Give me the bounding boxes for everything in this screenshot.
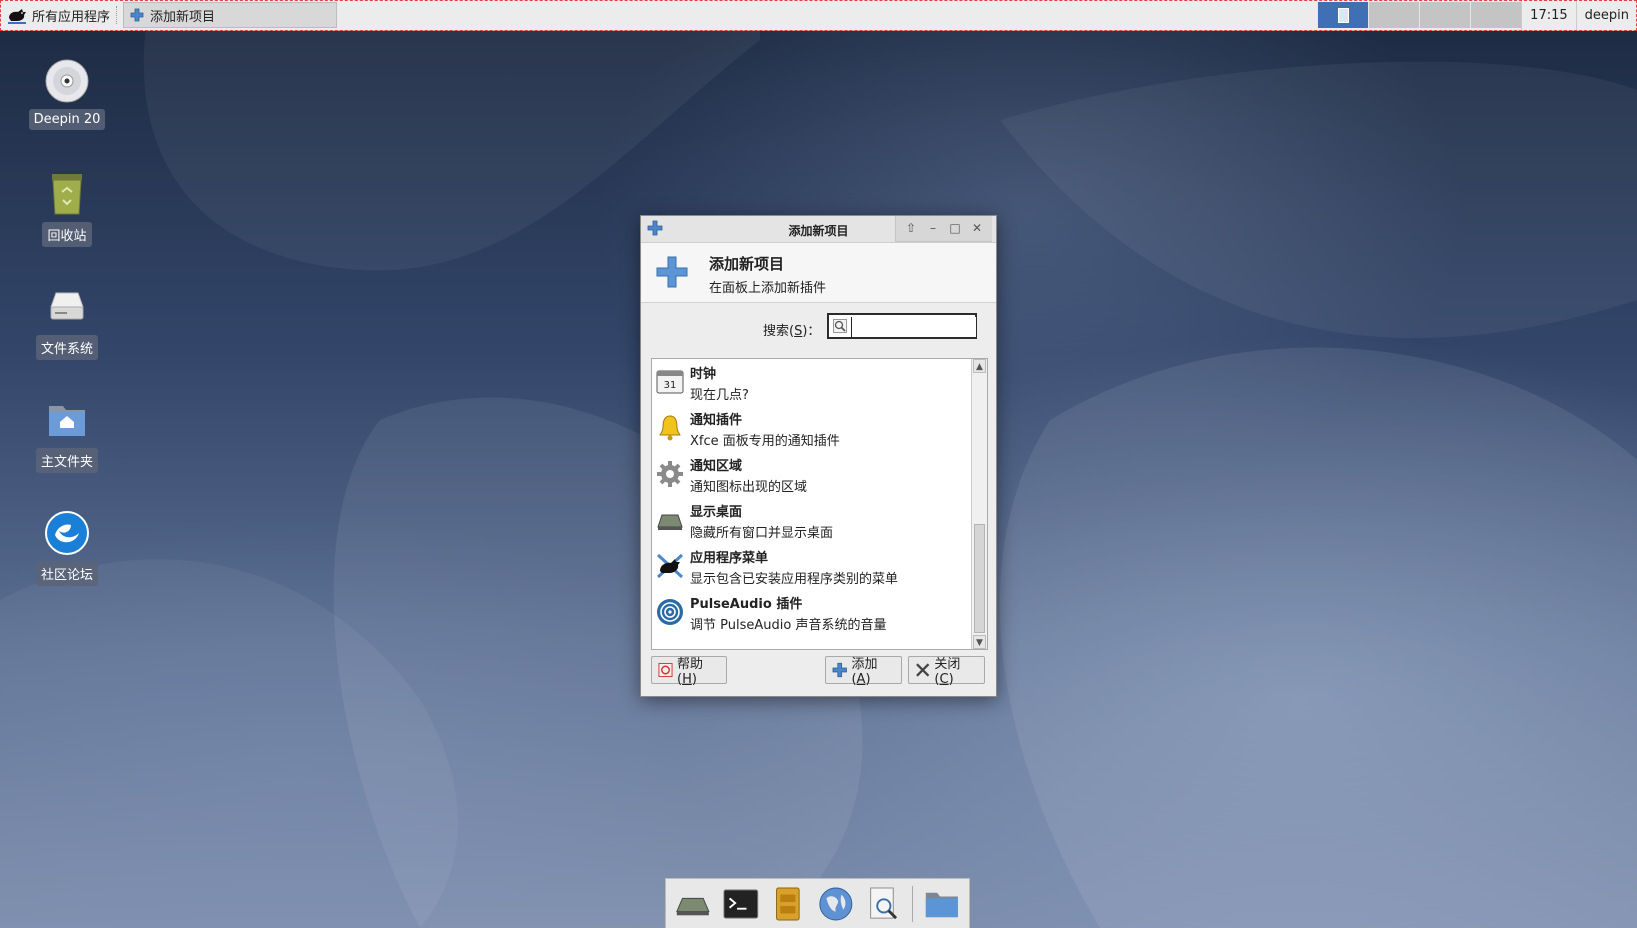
panel-user[interactable]: deepin — [1575, 0, 1637, 30]
list-item[interactable]: 31 时钟 现在几点? — [652, 359, 962, 407]
minimize-icon[interactable]: – — [924, 216, 942, 241]
help-icon — [658, 662, 673, 678]
plus-icon — [832, 662, 847, 678]
show-desktop-icon[interactable] — [674, 884, 712, 924]
deepin-logo-icon — [43, 509, 91, 557]
item-name: 通知插件 — [690, 413, 743, 428]
workspace-4[interactable] — [1470, 2, 1522, 28]
list-item[interactable]: 显示桌面 隐藏所有窗口并显示桌面 — [652, 497, 962, 545]
desktop-icon-trash[interactable]: 回收站 — [27, 170, 107, 247]
svg-text:31: 31 — [664, 380, 677, 391]
desktop-icon-label: Deepin 20 — [28, 109, 106, 130]
maximize-icon[interactable]: □ — [946, 216, 964, 241]
calendar-clock-icon: 31 — [656, 370, 684, 394]
file-manager-icon[interactable] — [769, 884, 807, 924]
desktop-icon-deepin20[interactable]: Deepin 20 — [27, 57, 107, 130]
top-panel: 所有应用程序 添加新项目 17:15 deepin — [0, 0, 1637, 31]
desktop-icon-label: 文件系统 — [35, 335, 98, 360]
terminal-icon[interactable] — [722, 884, 760, 924]
list-item[interactable]: 通知区域 通知图标出现的区域 — [652, 451, 962, 499]
item-desc: 通知图标出现的区域 — [690, 480, 808, 495]
desktop-icon-label: 回收站 — [42, 222, 92, 247]
list-item[interactable]: 通知插件 Xfce 面板专用的通知插件 — [652, 405, 962, 453]
taskbar-item-add-new-item[interactable]: 添加新项目 — [123, 2, 338, 28]
desktop-icon-forum[interactable]: 社区论坛 — [27, 509, 107, 586]
bell-icon — [659, 415, 681, 441]
close-button[interactable]: 关闭(C) — [908, 656, 985, 687]
workspace-1[interactable] — [1317, 2, 1369, 28]
item-desc: Xfce 面板专用的通知插件 — [690, 434, 840, 449]
item-name: PulseAudio 插件 — [690, 597, 803, 612]
dialog-header-subtitle: 在面板上添加新插件 — [709, 281, 827, 296]
scroll-up-icon[interactable]: ▲ — [973, 359, 986, 373]
search-icon — [833, 319, 847, 333]
item-name: 时钟 — [690, 367, 717, 382]
xfce-mouse-icon — [8, 9, 26, 24]
plus-icon — [130, 8, 144, 22]
window-buttons: ⇧ – □ ✕ — [895, 216, 992, 242]
applications-menu-label: 所有应用程序 — [32, 9, 111, 25]
panel-clock[interactable]: 17:15 — [1521, 0, 1575, 30]
workspace-switcher — [1317, 2, 1522, 28]
home-folder-icon — [43, 396, 91, 444]
close-icon — [916, 663, 930, 677]
web-browser-icon[interactable] — [817, 884, 855, 924]
disc-icon — [43, 57, 91, 105]
workspace-2[interactable] — [1368, 2, 1420, 28]
desktop-icon-filesystem[interactable]: 文件系统 — [27, 283, 107, 360]
item-desc: 隐藏所有窗口并显示桌面 — [690, 526, 834, 541]
dialog-header-title: 添加新项目 — [709, 255, 785, 273]
search-label: 搜索(S)： — [763, 324, 821, 339]
search-row: 搜索(S)： — [641, 303, 996, 351]
gear-icon — [657, 461, 683, 487]
item-name: 显示桌面 — [690, 505, 743, 520]
shade-icon[interactable]: ⇧ — [902, 216, 920, 241]
drive-icon — [43, 283, 91, 331]
workspace-3[interactable] — [1419, 2, 1471, 28]
desktop-icon-label: 主文件夹 — [35, 448, 98, 473]
dialog-titlebar[interactable]: 添加新项目 ⇧ – □ ✕ — [641, 216, 996, 243]
plugin-list[interactable]: 31 时钟 现在几点? 通知插件 Xfce 面板专用的通知插件 通知区域 通知图… — [651, 358, 988, 650]
applications-menu-button[interactable]: 所有应用程序 — [0, 0, 116, 30]
help-button[interactable]: 帮助(H) — [651, 656, 727, 687]
show-desktop-icon — [657, 514, 683, 530]
desktop-icon-label: 社区论坛 — [35, 561, 98, 586]
dialog-header: 添加新项目 在面板上添加新插件 — [641, 243, 996, 303]
audio-icon — [657, 599, 683, 625]
add-button[interactable]: 添加(A) — [825, 656, 902, 687]
search-files-icon[interactable] — [865, 884, 903, 924]
desktop-icon-home[interactable]: 主文件夹 — [27, 396, 107, 473]
list-scrollbar[interactable]: ▲ ▼ — [971, 359, 987, 649]
panel-separator — [116, 6, 123, 24]
item-name: 应用程序菜单 — [690, 551, 769, 566]
folder-icon[interactable] — [923, 884, 961, 924]
list-item[interactable]: 应用程序菜单 显示包含已安装应用程序类别的菜单 — [652, 543, 962, 591]
taskbar-item-label: 添加新项目 — [150, 9, 216, 25]
list-item[interactable]: PulseAudio 插件 调节 PulseAudio 声音系统的音量 — [652, 589, 962, 637]
plus-icon — [656, 256, 688, 288]
close-icon[interactable]: ✕ — [968, 216, 986, 241]
xfce-mouse-icon — [656, 553, 684, 579]
search-field[interactable] — [827, 313, 977, 339]
add-new-item-dialog: 添加新项目 ⇧ – □ ✕ 添加新项目 在面板上添加新插件 搜索(S)： 31 … — [640, 215, 997, 697]
item-name: 通知区域 — [690, 459, 743, 474]
search-input[interactable] — [851, 317, 976, 337]
item-desc: 现在几点? — [690, 388, 749, 403]
scroll-thumb[interactable] — [974, 524, 985, 633]
item-desc: 调节 PulseAudio 声音系统的音量 — [690, 618, 887, 633]
trash-icon — [43, 170, 91, 218]
scroll-down-icon[interactable]: ▼ — [973, 635, 986, 649]
bottom-dock — [665, 878, 970, 928]
dock-separator — [912, 885, 914, 922]
item-desc: 显示包含已安装应用程序类别的菜单 — [690, 572, 899, 587]
